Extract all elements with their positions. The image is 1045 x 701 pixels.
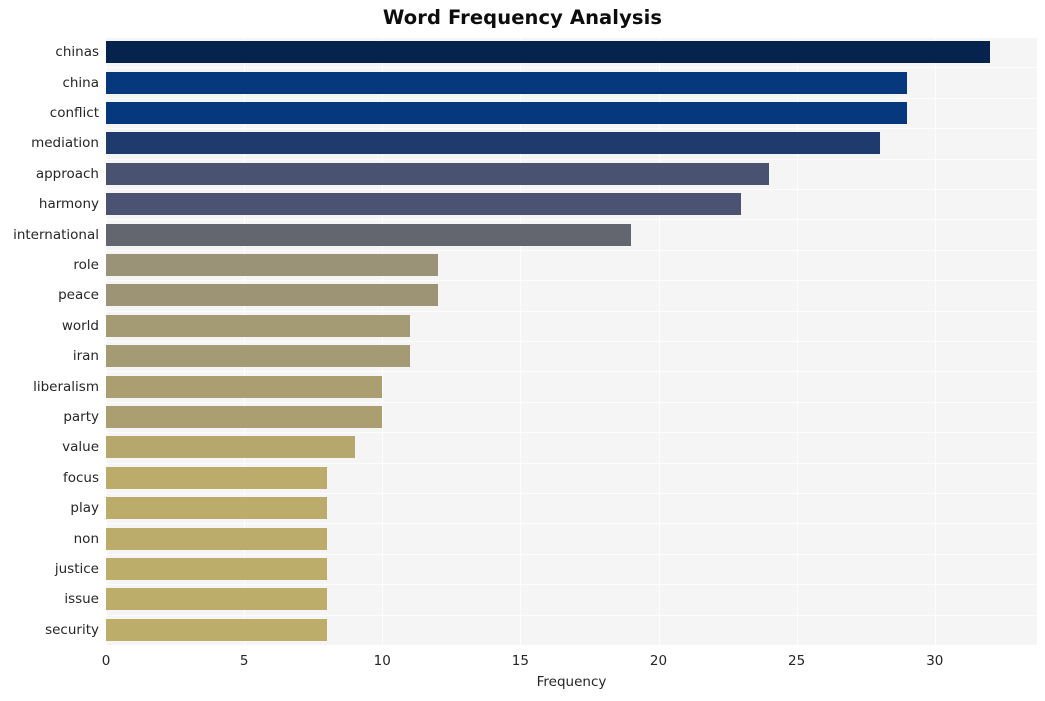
bar bbox=[106, 466, 327, 489]
y-axis-tick-label: justice bbox=[54, 561, 99, 577]
horizontal-gridline bbox=[106, 311, 1037, 312]
horizontal-gridline bbox=[106, 341, 1037, 342]
horizontal-gridline bbox=[106, 219, 1037, 220]
x-axis-tick-label: 20 bbox=[649, 653, 668, 669]
x-axis-tick-label: 0 bbox=[101, 653, 111, 669]
x-axis-tick-label: 30 bbox=[926, 653, 944, 669]
bar bbox=[106, 254, 438, 276]
y-axis-tick-label: china bbox=[62, 74, 99, 91]
y-axis-tick-label: iran bbox=[72, 348, 99, 365]
bar bbox=[106, 314, 410, 337]
y-axis-tick-label: world bbox=[61, 317, 99, 334]
y-axis-tick-label: international bbox=[13, 226, 99, 243]
chart-title: Word Frequency Analysis bbox=[382, 6, 663, 29]
y-axis-tick-label: harmony bbox=[38, 196, 99, 213]
bar bbox=[106, 497, 327, 520]
horizontal-gridline bbox=[106, 37, 1037, 38]
word-frequency-chart-figure: Word Frequency Analysis chinas china confl… bbox=[0, 0, 1045, 701]
bar bbox=[106, 588, 327, 611]
bar bbox=[106, 345, 410, 368]
bar bbox=[106, 102, 908, 124]
horizontal-gridline bbox=[106, 463, 1037, 464]
x-axis-tick-label: 15 bbox=[511, 653, 529, 669]
y-axis-tick-label: non bbox=[73, 530, 99, 547]
horizontal-gridline bbox=[106, 493, 1037, 494]
bar bbox=[106, 527, 327, 550]
horizontal-gridline bbox=[106, 615, 1037, 616]
y-axis-tick-label: play bbox=[70, 500, 99, 517]
x-axis-tick-label: 5 bbox=[239, 653, 249, 669]
x-axis-tick-label: 25 bbox=[788, 653, 806, 669]
bar bbox=[106, 558, 327, 580]
horizontal-gridline bbox=[106, 554, 1037, 555]
y-axis-tick-label: chinas bbox=[55, 44, 99, 61]
y-axis-tick-label: party bbox=[63, 409, 99, 425]
y-axis-tick-label: role bbox=[73, 257, 99, 273]
horizontal-gridline bbox=[106, 250, 1037, 251]
horizontal-gridline bbox=[106, 371, 1037, 372]
bar bbox=[106, 132, 880, 155]
bar bbox=[106, 436, 355, 459]
horizontal-gridline bbox=[106, 159, 1037, 160]
y-axis-tick-labels: chinas china conflict mediation approach harm… bbox=[0, 37, 99, 645]
y-axis-tick-label: focus bbox=[62, 469, 99, 486]
y-axis-tick-label: approach bbox=[35, 165, 99, 182]
y-axis-tick-label: value bbox=[62, 439, 99, 456]
y-axis-tick-label: issue bbox=[64, 591, 99, 608]
y-axis-tick-label: peace bbox=[58, 287, 99, 304]
bar bbox=[106, 284, 438, 307]
horizontal-gridline bbox=[106, 98, 1037, 99]
y-axis-tick-label: conflict bbox=[49, 105, 99, 121]
plot-area bbox=[106, 37, 1037, 645]
horizontal-gridline bbox=[106, 67, 1037, 68]
y-axis-tick-label: liberalism bbox=[33, 378, 99, 395]
bar bbox=[106, 41, 991, 64]
x-axis-tick-labels: 0 5 10 15 20 25 30 bbox=[0, 645, 1045, 675]
horizontal-gridline bbox=[106, 432, 1037, 433]
bar bbox=[106, 406, 383, 428]
horizontal-gridline bbox=[106, 584, 1037, 585]
horizontal-gridline bbox=[106, 402, 1037, 403]
bar bbox=[106, 193, 742, 216]
y-axis-tick-label: security bbox=[45, 621, 99, 638]
x-axis-title: Frequency bbox=[536, 674, 607, 690]
y-axis-tick-label: mediation bbox=[31, 135, 99, 152]
bar bbox=[106, 71, 908, 94]
horizontal-gridline bbox=[106, 128, 1037, 129]
horizontal-gridline bbox=[106, 523, 1037, 524]
bar bbox=[106, 375, 383, 398]
bar bbox=[106, 618, 327, 641]
horizontal-gridline bbox=[106, 280, 1037, 281]
bar bbox=[106, 223, 631, 246]
horizontal-gridline bbox=[106, 189, 1037, 190]
bar bbox=[106, 162, 770, 185]
x-axis-tick-label: 10 bbox=[373, 653, 391, 669]
